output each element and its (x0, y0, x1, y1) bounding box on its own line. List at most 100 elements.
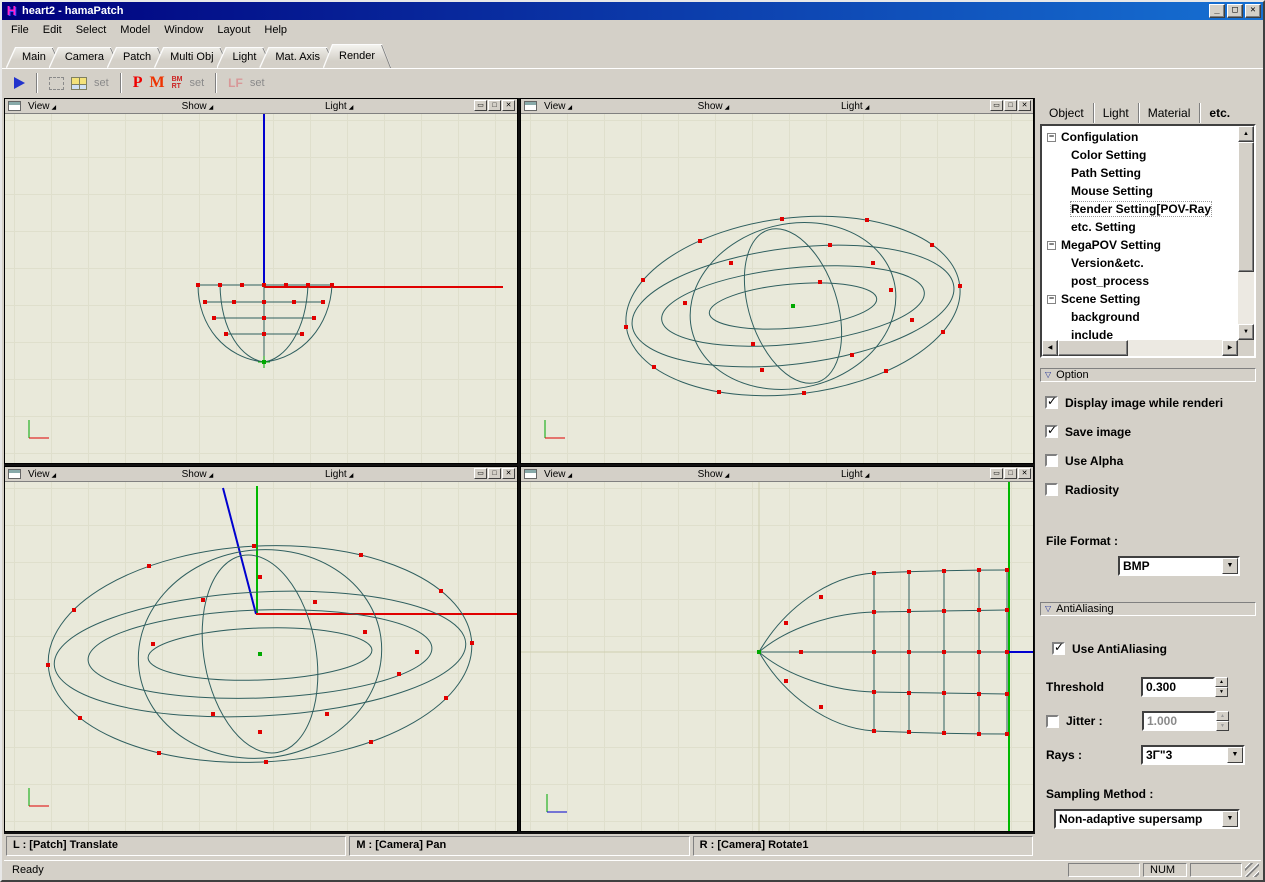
view-menu[interactable]: View◢ (28, 99, 56, 114)
menu-edit[interactable]: Edit (36, 21, 69, 39)
tree-item-configulation[interactable]: Configulation (1044, 128, 1238, 146)
tree-item-path-setting[interactable]: Path Setting (1044, 164, 1238, 182)
menu-model[interactable]: Model (113, 21, 157, 39)
lf-button[interactable]: LF (228, 76, 243, 90)
viewport-minimize-icon[interactable]: ▭ (990, 100, 1003, 111)
view-menu[interactable]: View◢ (544, 467, 572, 482)
tree-collapse-icon[interactable] (1047, 295, 1056, 304)
save-image-checkbox[interactable] (1045, 425, 1058, 438)
jitter-checkbox[interactable] (1046, 715, 1059, 728)
marquee-icon[interactable] (49, 77, 64, 90)
tree-item-megapov-setting[interactable]: MegaPOV Setting (1044, 236, 1238, 254)
light-menu[interactable]: Light◢ (841, 467, 869, 482)
menu-select[interactable]: Select (69, 21, 114, 39)
jitter-input[interactable] (1142, 711, 1216, 731)
option-section-header[interactable]: ▽ Option (1040, 368, 1256, 382)
scroll-up-icon[interactable]: ▲ (1238, 126, 1254, 142)
tab-patch[interactable]: Patch (115, 48, 159, 68)
tree-item-render-setting[interactable]: Render Setting[POV-Ray (1044, 200, 1238, 218)
viewport-icon[interactable] (8, 469, 21, 479)
tab-camera[interactable]: Camera (57, 48, 112, 68)
tree-item-scene-setting[interactable]: Scene Setting (1044, 290, 1238, 308)
scrollbar-thumb[interactable] (1058, 340, 1128, 356)
radiosity-checkbox[interactable] (1045, 483, 1058, 496)
viewport-minimize-icon[interactable]: ▭ (990, 468, 1003, 479)
show-menu[interactable]: Show◢ (698, 467, 730, 482)
menu-file[interactable]: File (4, 21, 36, 39)
tree-item-color-setting[interactable]: Color Setting (1044, 146, 1238, 164)
bmrt-button[interactable]: BMRT (172, 76, 183, 90)
viewport-icon[interactable] (524, 101, 537, 111)
set-button-2[interactable]: set (189, 77, 204, 89)
viewport-canvas-side[interactable] (521, 482, 1033, 831)
scroll-down-icon[interactable]: ▼ (1238, 324, 1254, 340)
show-menu[interactable]: Show◢ (182, 99, 214, 114)
spin-up-icon[interactable]: ▲ (1216, 711, 1229, 721)
set-button-1[interactable]: set (94, 77, 109, 89)
rays-dropdown[interactable]: 3Γ"3 ▼ (1141, 745, 1245, 765)
tree-item-mouse-setting[interactable]: Mouse Setting (1044, 182, 1238, 200)
use-antialiasing-checkbox[interactable] (1052, 642, 1065, 655)
viewport-maximize-icon[interactable]: □ (488, 468, 501, 479)
pov-button[interactable]: P (133, 74, 143, 92)
antialiasing-section-header[interactable]: ▽ AntiAliasing (1040, 602, 1256, 616)
tab-render[interactable]: Render (331, 45, 383, 68)
light-menu[interactable]: Light◢ (841, 99, 869, 114)
tree-item-include[interactable]: include (1044, 326, 1238, 340)
spin-down-icon[interactable]: ▼ (1215, 687, 1228, 697)
set-button-3[interactable]: set (250, 77, 265, 89)
viewport-canvas-perspective2[interactable] (5, 482, 517, 831)
scroll-right-icon[interactable]: ▶ (1222, 340, 1238, 356)
tab-main[interactable]: Main (14, 48, 54, 68)
tree-horizontal-scrollbar[interactable]: ◀ ▶ (1042, 340, 1238, 356)
viewport-canvas-front[interactable] (5, 114, 517, 463)
resize-grip[interactable] (1245, 863, 1259, 877)
panel-tab-etc[interactable]: etc. (1200, 103, 1239, 123)
panel-tab-material[interactable]: Material (1139, 103, 1201, 123)
menu-layout[interactable]: Layout (210, 21, 257, 39)
app-icon[interactable]: H (4, 4, 19, 18)
maximize-button[interactable]: □ (1227, 4, 1243, 18)
scrollbar-thumb[interactable] (1238, 142, 1254, 272)
light-menu[interactable]: Light◢ (325, 99, 353, 114)
threshold-input[interactable] (1141, 677, 1215, 697)
menu-window[interactable]: Window (157, 21, 210, 39)
viewport-close-icon[interactable]: ✕ (502, 100, 515, 111)
megapov-button[interactable]: M (149, 74, 164, 92)
scroll-left-icon[interactable]: ◀ (1042, 340, 1058, 356)
grid-icon[interactable] (71, 77, 87, 90)
threshold-spinner[interactable]: ▲▼ (1215, 677, 1228, 697)
viewport-icon[interactable] (8, 101, 21, 111)
minimize-button[interactable]: _ (1209, 4, 1225, 18)
tree-vertical-scrollbar[interactable]: ▲ ▼ (1238, 126, 1254, 340)
tree-item-etc-setting[interactable]: etc. Setting (1044, 218, 1238, 236)
viewport-maximize-icon[interactable]: □ (1004, 468, 1017, 479)
show-menu[interactable]: Show◢ (182, 467, 214, 482)
tree-collapse-icon[interactable] (1047, 133, 1056, 142)
close-button[interactable]: ✕ (1245, 4, 1261, 18)
file-format-dropdown[interactable]: BMP ▼ (1118, 556, 1240, 576)
panel-tab-object[interactable]: Object (1040, 103, 1094, 123)
sampling-method-dropdown[interactable]: Non-adaptive supersamp ▼ (1054, 809, 1240, 829)
tree-collapse-icon[interactable] (1047, 241, 1056, 250)
jitter-spinner[interactable]: ▲▼ (1216, 711, 1229, 731)
viewport-icon[interactable] (524, 469, 537, 479)
viewport-canvas-perspective[interactable] (521, 114, 1033, 463)
viewport-close-icon[interactable]: ✕ (502, 468, 515, 479)
tree-item-version-etc[interactable]: Version&etc. (1044, 254, 1238, 272)
viewport-maximize-icon[interactable]: □ (1004, 100, 1017, 111)
tab-mat-axis[interactable]: Mat. Axis (267, 48, 328, 68)
render-start-icon[interactable] (14, 77, 25, 89)
dropdown-arrow-icon[interactable]: ▼ (1222, 811, 1238, 827)
tree-item-background[interactable]: background (1044, 308, 1238, 326)
dropdown-arrow-icon[interactable]: ▼ (1227, 747, 1243, 763)
viewport-minimize-icon[interactable]: ▭ (474, 100, 487, 111)
viewport-minimize-icon[interactable]: ▭ (474, 468, 487, 479)
viewport-maximize-icon[interactable]: □ (488, 100, 501, 111)
view-menu[interactable]: View◢ (28, 467, 56, 482)
spin-down-icon[interactable]: ▼ (1216, 721, 1229, 731)
view-menu[interactable]: View◢ (544, 99, 572, 114)
viewport-close-icon[interactable]: ✕ (1018, 100, 1031, 111)
light-menu[interactable]: Light◢ (325, 467, 353, 482)
display-image-checkbox[interactable] (1045, 396, 1058, 409)
